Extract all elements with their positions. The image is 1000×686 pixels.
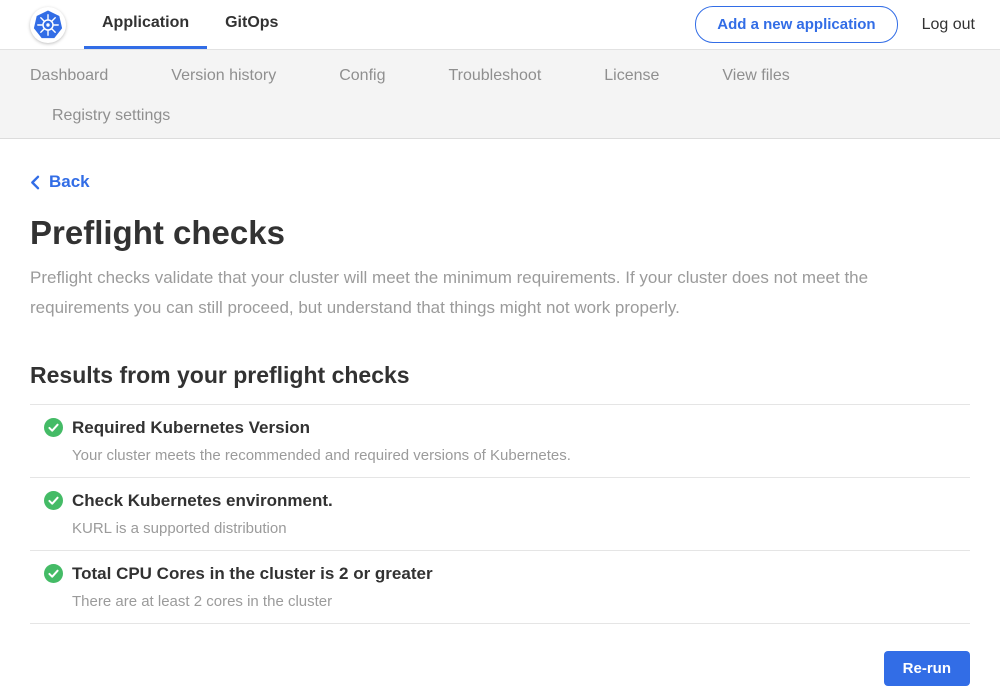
subnav-item-dashboard[interactable]: Dashboard: [30, 67, 108, 85]
subnav-item-license[interactable]: License: [604, 67, 659, 85]
subnav-item-version-history[interactable]: Version history: [171, 67, 276, 85]
check-title-row: Total CPU Cores in the cluster is 2 or g…: [44, 564, 970, 584]
subnav-item-view-files[interactable]: View files: [722, 67, 789, 85]
tab-application[interactable]: Application: [84, 0, 207, 49]
tab-application-label: Application: [102, 14, 189, 32]
subnav-item-troubleshoot[interactable]: Troubleshoot: [448, 67, 541, 85]
add-new-application-button[interactable]: Add a new application: [695, 6, 897, 43]
tab-gitops[interactable]: GitOps: [207, 0, 296, 49]
subnav-item-config[interactable]: Config: [339, 67, 385, 85]
subnav-item-registry-settings[interactable]: Registry settings: [52, 107, 170, 125]
preflight-check-row: Total CPU Cores in the cluster is 2 or g…: [30, 550, 970, 623]
footer-actions: Re-run: [30, 624, 970, 686]
tab-gitops-label: GitOps: [225, 14, 278, 32]
main-content: Back Preflight checks Preflight checks v…: [0, 139, 1000, 686]
logout-link[interactable]: Log out: [922, 16, 975, 34]
check-title-row: Check Kubernetes environment.: [44, 491, 970, 511]
header-actions: Add a new application Log out: [695, 0, 975, 49]
app-subnav: Dashboard Version history Config Trouble…: [0, 50, 1000, 139]
check-description: There are at least 2 cores in the cluste…: [72, 593, 970, 610]
results-heading: Results from your preflight checks: [30, 362, 970, 389]
app-header: Application GitOps Add a new application…: [0, 0, 1000, 50]
preflight-check-row: Required Kubernetes Version Your cluster…: [30, 404, 970, 477]
check-description: Your cluster meets the recommended and r…: [72, 447, 970, 464]
chevron-left-icon: [30, 175, 40, 190]
check-title-row: Required Kubernetes Version: [44, 418, 970, 438]
check-description: KURL is a supported distribution: [72, 520, 970, 537]
kubernetes-logo-icon: [31, 8, 65, 42]
preflight-check-list: Required Kubernetes Version Your cluster…: [30, 404, 970, 624]
check-circle-icon: [44, 491, 63, 510]
page-description: Preflight checks validate that your clus…: [30, 263, 946, 323]
check-title: Total CPU Cores in the cluster is 2 or g…: [72, 564, 433, 584]
header-tabs: Application GitOps: [84, 0, 296, 49]
kubernetes-logo[interactable]: [30, 7, 66, 43]
page-title: Preflight checks: [30, 214, 970, 252]
back-link-label: Back: [49, 172, 90, 192]
check-title: Check Kubernetes environment.: [72, 491, 333, 511]
check-circle-icon: [44, 418, 63, 437]
rerun-button[interactable]: Re-run: [884, 651, 970, 686]
back-link[interactable]: Back: [30, 172, 90, 192]
subnav-row-2: Registry settings: [30, 107, 1000, 125]
check-circle-icon: [44, 564, 63, 583]
check-title: Required Kubernetes Version: [72, 418, 310, 438]
preflight-check-row: Check Kubernetes environment. KURL is a …: [30, 477, 970, 550]
subnav-row-1: Dashboard Version history Config Trouble…: [30, 67, 1000, 85]
